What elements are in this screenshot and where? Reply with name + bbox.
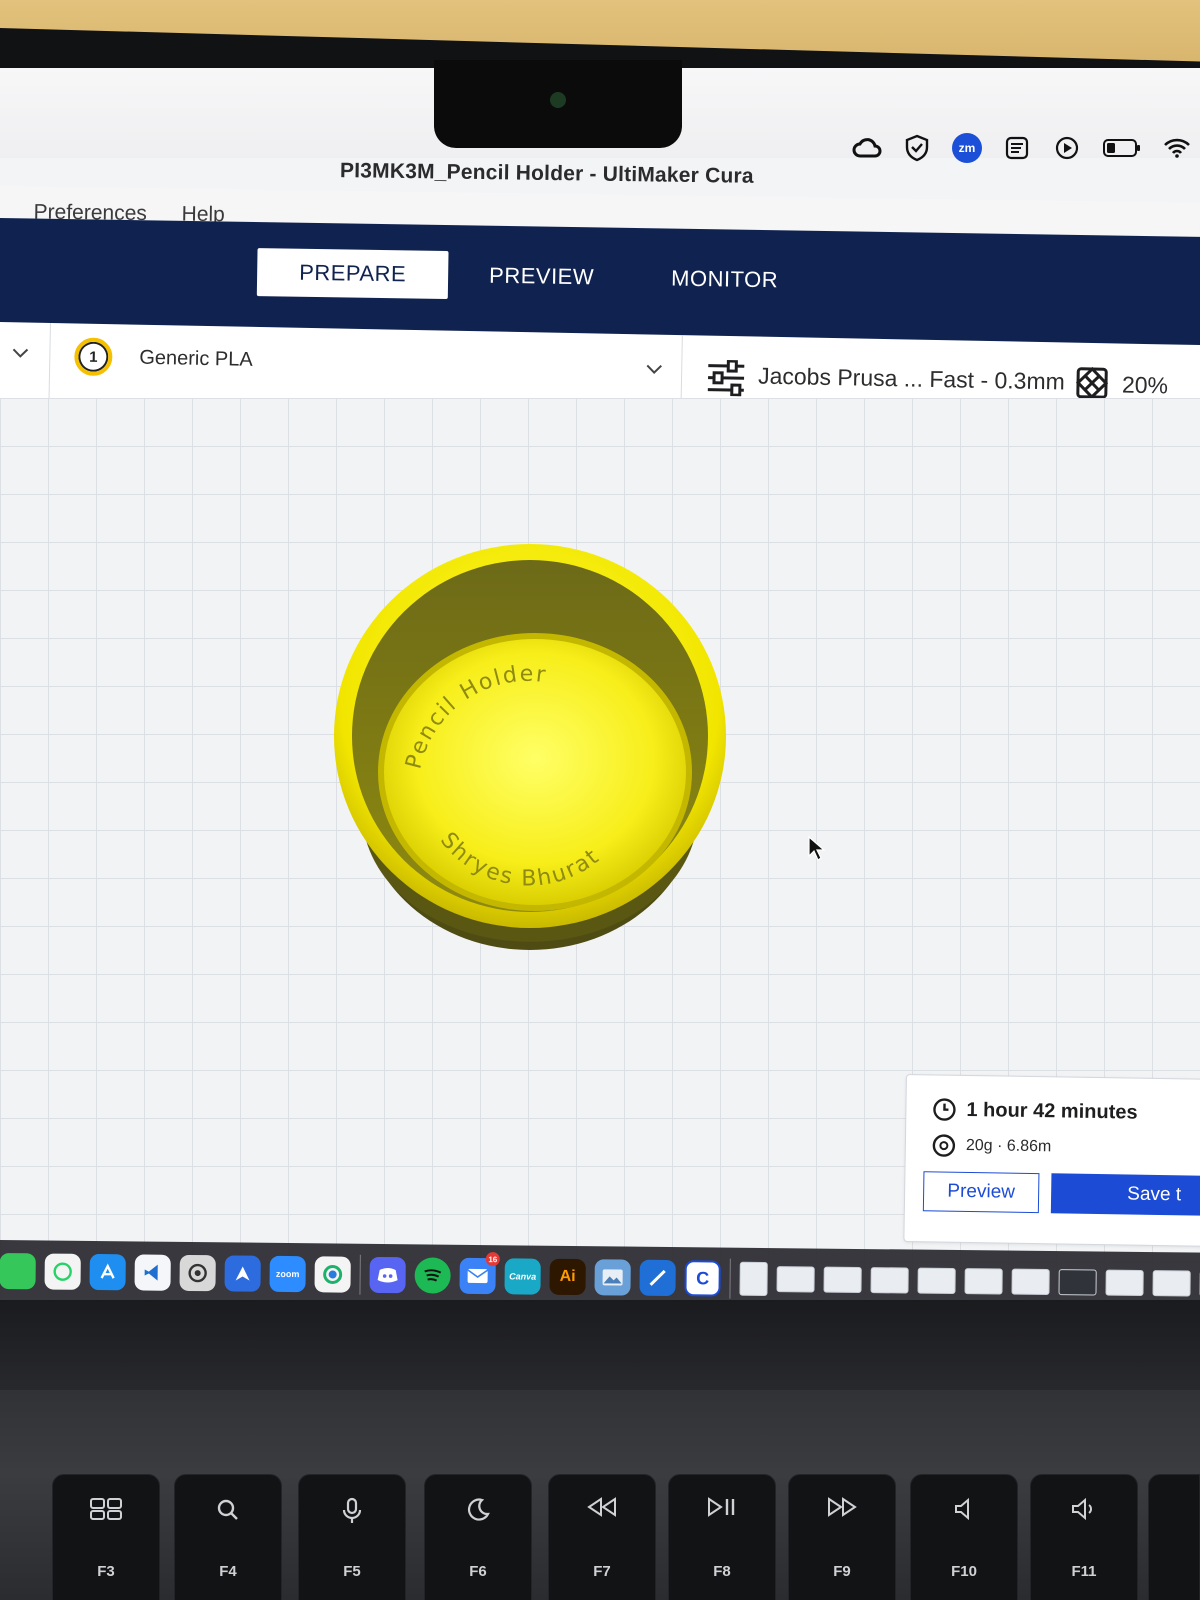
key-f6[interactable]: F6 — [424, 1474, 532, 1600]
app-store-icon[interactable] — [89, 1253, 126, 1291]
print-summary-panel: 1 hour 42 minutes 20g · 6.86m Preview Sa… — [903, 1074, 1200, 1248]
menu-bar-status-icons: zm — [852, 128, 1200, 168]
chevron-down-icon[interactable] — [11, 346, 29, 364]
key-f9[interactable]: F9 — [788, 1474, 896, 1600]
mail-badge: 16 — [485, 1252, 500, 1267]
zoom-app-icon[interactable]: zoom — [269, 1255, 306, 1293]
mouse-cursor-icon — [808, 835, 826, 867]
key-label: F4 — [219, 1563, 237, 1580]
rewind-icon — [549, 1497, 655, 1517]
extruder-badge[interactable]: 1 — [73, 337, 113, 377]
key-f10[interactable]: F10 — [910, 1474, 1018, 1600]
window-title: PI3MK3M_Pencil Holder - UltiMaker Cura — [339, 159, 754, 188]
shield-icon[interactable] — [902, 133, 932, 163]
notes-icon[interactable] — [1002, 133, 1032, 163]
print-time-row: 1 hour 42 minutes — [932, 1097, 1138, 1124]
illustrator-icon[interactable]: Ai — [549, 1258, 586, 1296]
creative-cloud-icon[interactable] — [852, 133, 882, 163]
save-button[interactable]: Save t — [1050, 1173, 1200, 1217]
key-label: F5 — [343, 1563, 361, 1580]
preview-button[interactable]: Preview — [922, 1171, 1040, 1214]
window-thumbnail[interactable] — [1152, 1270, 1191, 1297]
chatgpt-icon[interactable] — [179, 1254, 216, 1292]
tab-monitor[interactable]: MONITOR — [629, 254, 821, 305]
zoom-icon[interactable]: zm — [952, 133, 982, 163]
dock-separator — [359, 1254, 361, 1295]
key-label: F10 — [951, 1563, 977, 1580]
preview-app-icon[interactable] — [594, 1259, 631, 1296]
tab-prepare[interactable]: PREPARE — [256, 248, 449, 300]
window-thumbnail[interactable] — [776, 1266, 815, 1293]
xcode-icon[interactable] — [639, 1259, 676, 1297]
discord-icon[interactable] — [369, 1256, 406, 1294]
key-f12[interactable] — [1148, 1474, 1200, 1600]
cura-icon[interactable]: C — [684, 1260, 721, 1297]
key-f8[interactable]: F8 — [668, 1474, 776, 1600]
infill-value: 20% — [1121, 371, 1169, 399]
play-icon[interactable] — [1052, 133, 1082, 163]
dock-separator — [729, 1258, 731, 1299]
clock-icon — [933, 1098, 956, 1121]
pencil-holder-model[interactable]: Pencil Holder Shryes Bhurat — [330, 540, 730, 960]
key-f7[interactable]: F7 — [548, 1474, 656, 1600]
key-label: F9 — [833, 1563, 851, 1580]
mission-control-icon — [53, 1497, 159, 1521]
profile-name: Jacobs Prusa ... Fast - 0.3mm — [757, 362, 1066, 395]
tab-preview[interactable]: PREVIEW — [447, 251, 637, 302]
battery-icon[interactable] — [1102, 133, 1142, 163]
key-label: F11 — [1071, 1563, 1097, 1580]
play-pause-icon — [669, 1497, 775, 1517]
window-thumbnail[interactable] — [1058, 1269, 1097, 1296]
messages-icon[interactable] — [0, 1252, 36, 1290]
key-f3[interactable]: F3 — [52, 1474, 160, 1600]
material-usage: 20g · 6.86m — [965, 1136, 1052, 1156]
window-thumbnail[interactable] — [1105, 1269, 1144, 1296]
volume-down-icon — [1031, 1497, 1137, 1521]
canva-icon[interactable]: Canva — [504, 1258, 541, 1295]
key-f5[interactable]: F5 — [298, 1474, 406, 1600]
print-time: 1 hour 42 minutes — [966, 1098, 1138, 1124]
material-usage-row: 20g · 6.86m — [932, 1133, 1052, 1159]
key-label: F8 — [713, 1563, 731, 1580]
camera-icon — [550, 92, 566, 108]
edge-icon[interactable] — [314, 1256, 351, 1293]
key-label: F6 — [469, 1563, 487, 1580]
whatsapp-icon[interactable] — [44, 1253, 81, 1290]
mail-icon[interactable]: 16 — [459, 1252, 500, 1295]
vscode-icon[interactable] — [134, 1254, 171, 1291]
document-icon[interactable] — [739, 1261, 768, 1297]
chevron-down-icon[interactable] — [645, 362, 663, 380]
arc-icon[interactable] — [224, 1255, 261, 1292]
material-name[interactable]: Generic PLA — [139, 347, 253, 372]
key-label: F7 — [593, 1563, 611, 1580]
window-thumbnail[interactable] — [964, 1268, 1003, 1295]
key-label: F3 — [97, 1563, 115, 1580]
window-thumbnail[interactable] — [917, 1267, 956, 1295]
wifi-icon[interactable] — [1162, 133, 1192, 163]
mute-icon — [911, 1497, 1017, 1521]
window-thumbnail[interactable] — [870, 1267, 909, 1294]
window-thumbnail[interactable] — [823, 1266, 862, 1294]
spotify-icon[interactable] — [414, 1257, 451, 1294]
moon-icon — [425, 1497, 531, 1523]
key-f4[interactable]: F4 — [174, 1474, 282, 1600]
search-icon — [175, 1497, 281, 1523]
key-f11[interactable]: F11 — [1030, 1474, 1138, 1600]
microphone-icon — [299, 1497, 405, 1525]
window-thumbnail[interactable] — [1011, 1268, 1050, 1295]
spool-icon — [932, 1134, 956, 1157]
fast-forward-icon — [789, 1497, 895, 1517]
sliders-icon — [706, 359, 747, 402]
divider — [48, 322, 51, 405]
